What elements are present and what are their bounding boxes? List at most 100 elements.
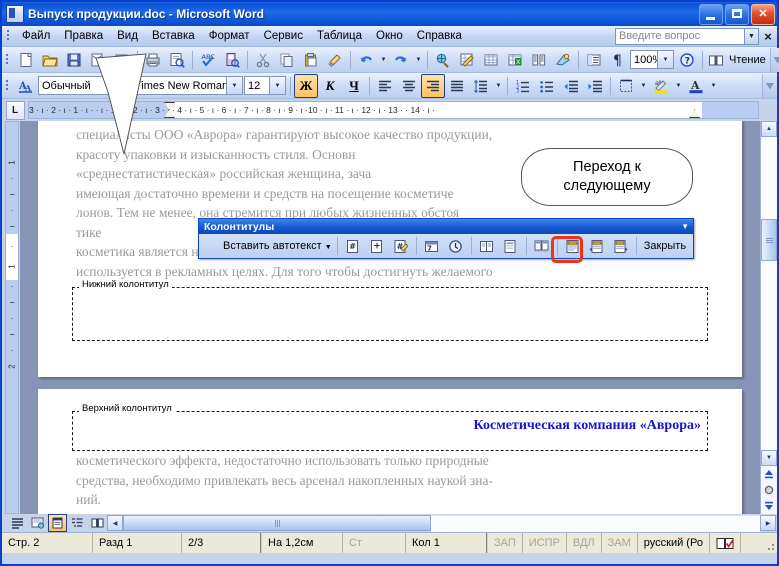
ask-a-question-input[interactable]: Введите вопрос [615,27,745,45]
paste-icon[interactable] [299,48,323,72]
minimize-button[interactable] [699,3,723,25]
vertical-scroll-thumb[interactable] [761,219,777,261]
chevron-down-icon[interactable]: ▼ [226,77,242,94]
tab-stop-selector[interactable]: L [2,99,28,121]
spelling-status-icon[interactable] [710,533,741,553]
insert-autotext-button[interactable]: Вставить автотекст ▼ [201,240,334,252]
toolbar-options-icon[interactable]: ▼ [681,222,689,231]
decrease-indent-icon[interactable] [559,74,583,98]
tables-and-borders-icon[interactable] [455,48,479,72]
menu-item-insert[interactable]: Вставка [145,28,202,44]
menu-item-view[interactable]: Вид [110,28,145,44]
maximize-button[interactable] [725,3,749,25]
toolbar-grip-icon[interactable] [4,78,11,94]
save-icon[interactable] [62,48,86,72]
horizontal-scrollbar[interactable]: ◀ ▶ [107,514,776,532]
print-preview-icon[interactable] [165,48,189,72]
insert-page-number-icon[interactable]: # [341,234,365,258]
web-layout-view-icon[interactable] [28,514,47,532]
borders-icon[interactable] [614,74,638,98]
font-color-dropdown-icon[interactable]: ▼ [708,75,719,97]
reading-layout-icon[interactable] [706,48,725,72]
show-next-icon[interactable] [609,234,633,258]
close-header-footer-button[interactable]: Закрыть [640,240,690,252]
status-rec[interactable]: ЗАП [488,533,523,553]
zoom-dropdown-icon[interactable]: ▼ [657,51,673,68]
highlight-icon[interactable]: ab [649,74,673,98]
toolbar-options-button[interactable] [769,47,779,72]
redo-dropdown-icon[interactable]: ▼ [413,49,424,71]
justify-icon[interactable] [445,74,469,98]
align-left-icon[interactable] [373,74,397,98]
reading-view-icon[interactable] [88,514,107,532]
numbered-list-icon[interactable]: 123 [511,74,535,98]
menu-item-window[interactable]: Окно [369,28,410,44]
page-setup-icon[interactable] [475,234,499,258]
document-map-icon[interactable] [582,48,606,72]
show-hide-document-text-icon[interactable] [499,234,523,258]
show-previous-icon[interactable] [585,234,609,258]
select-browse-object-button[interactable] [761,482,777,498]
header-text[interactable]: Косметическая компания «Аврора» [73,412,707,434]
chevron-down-icon[interactable]: ▼ [325,244,332,251]
open-folder-icon[interactable] [38,48,62,72]
insert-time-icon[interactable] [444,234,468,258]
footer-edit-box[interactable]: Нижний колонтитул [72,279,708,341]
status-ovr[interactable]: ЗАМ [602,533,638,553]
hyperlink-icon[interactable] [431,48,455,72]
scroll-down-button[interactable]: ▼ [761,450,777,466]
chevron-down-icon[interactable]: ▼ [745,27,759,45]
normal-view-icon[interactable] [8,514,27,532]
help-icon[interactable]: ? [675,48,699,72]
menu-item-file[interactable]: Файл [15,28,57,44]
highlight-dropdown-icon[interactable]: ▼ [673,75,684,97]
italic-button[interactable]: К [318,74,342,98]
menu-grip-icon[interactable] [5,28,12,44]
copy-icon[interactable] [275,48,299,72]
header-footer-toolbar-title-bar[interactable]: Колонтитулы ▼ [199,219,693,234]
research-icon[interactable] [220,48,244,72]
vertical-scrollbar[interactable]: ▲ ▼ [760,121,777,514]
outline-view-icon[interactable] [68,514,87,532]
status-ext[interactable]: ВДЛ [567,533,602,553]
menu-item-help[interactable]: Справка [410,28,469,44]
chevron-down-icon[interactable]: ▼ [269,77,285,94]
borders-dropdown-icon[interactable]: ▼ [638,75,649,97]
underline-button[interactable]: Ч [342,74,366,98]
insert-number-of-pages-icon[interactable]: + [365,234,389,258]
bulleted-list-icon[interactable] [535,74,559,98]
insert-table-icon[interactable] [479,48,503,72]
header-edit-box[interactable]: Верхний колонтитул Косметическая компани… [72,403,708,451]
undo-dropdown-icon[interactable]: ▼ [378,49,389,71]
insert-excel-sheet-icon[interactable]: X [503,48,527,72]
format-page-number-icon[interactable]: # [389,234,413,258]
undo-icon[interactable] [354,48,378,72]
zoom-combo[interactable]: 100% ▼ [630,50,674,69]
line-spacing-dropdown-icon[interactable]: ▼ [493,75,504,97]
print-layout-view-icon[interactable] [48,514,67,532]
reading-layout-label[interactable]: Чтение [725,54,770,66]
font-color-icon[interactable]: A [684,74,708,98]
close-document-button[interactable]: × [759,29,777,44]
toolbar-options-button[interactable] [762,73,777,98]
increase-indent-icon[interactable] [583,74,607,98]
show-formatting-icon[interactable]: ¶ [606,48,630,72]
drawing-icon[interactable] [551,48,575,72]
vertical-scroll-track[interactable] [761,137,777,450]
next-page-button[interactable] [761,498,777,514]
styles-and-formatting-icon[interactable]: AA [14,74,38,98]
spelling-icon[interactable]: ABC [196,48,220,72]
redo-icon[interactable] [389,48,413,72]
menu-item-format[interactable]: Формат [202,28,257,44]
menu-item-tools[interactable]: Сервис [257,28,310,44]
line-spacing-icon[interactable] [469,74,493,98]
status-trk[interactable]: ИСПР [523,533,567,553]
horizontal-scroll-thumb[interactable] [123,515,431,531]
scroll-up-button[interactable]: ▲ [761,121,777,137]
insert-date-icon[interactable]: 7 [420,234,444,258]
scroll-left-button[interactable]: ◀ [107,515,123,531]
close-button[interactable]: ✕ [751,3,775,25]
scroll-right-button[interactable]: ▶ [760,515,776,531]
align-right-icon[interactable] [421,73,445,98]
status-language[interactable]: русский (Ро [638,533,710,553]
